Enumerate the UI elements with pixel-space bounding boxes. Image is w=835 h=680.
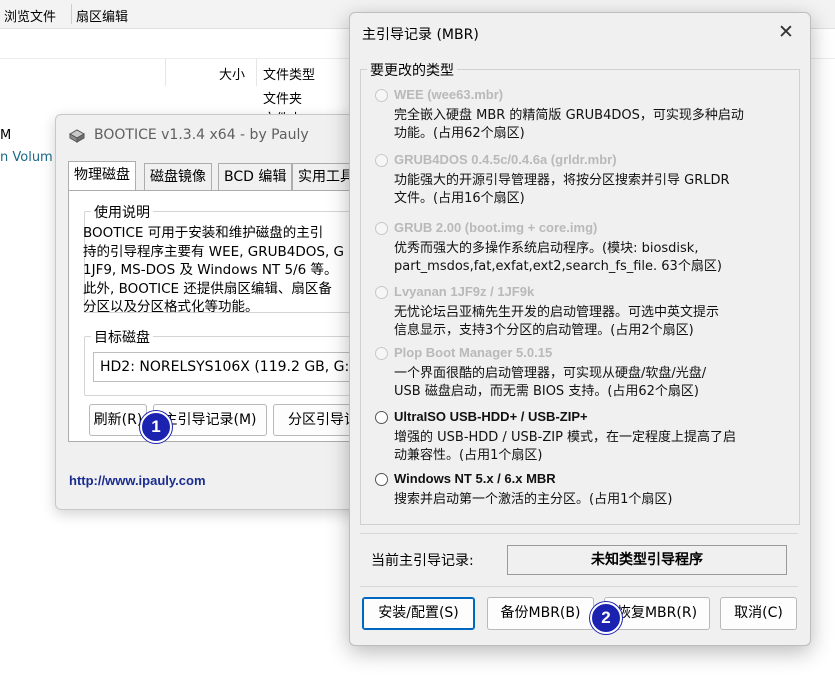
tab-bcd-edit[interactable]: BCD 编辑 [218,163,293,190]
mbr-type-group: 要更改的类型 WEE (wee63.mbr) 完全嵌入硬盘 MBR 的精简版 G… [360,60,800,525]
radio-icon[interactable] [375,473,388,486]
option-title: Lvyanan 1JF9z / 1JF9k [394,284,535,299]
close-icon[interactable]: ✕ [774,20,798,44]
tab-physical-disk[interactable]: 物理磁盘 [68,161,136,190]
option-title: GRUB4DOS 0.4.5c/0.4.6a (grldr.mbr) [394,152,617,167]
radio-icon[interactable] [375,89,388,102]
radio-icon[interactable] [375,347,388,360]
option-title: UltraISO USB-HDD+ / USB-ZIP+ [394,409,588,424]
bootice-app-icon [68,129,86,143]
option-desc: 完全嵌入硬盘 MBR 的精简版 GRUB4DOS，可实现多种启动 功能。(占用6… [394,108,744,141]
option-desc: 搜索并启动第一个激活的主分区。(占用1个扇区) [394,492,673,507]
option-title: Windows NT 5.x / 6.x MBR [394,471,556,486]
refresh-button[interactable]: 刷新(R) [89,404,147,436]
divider [360,533,798,534]
option-desc: 增强的 USB-HDD / USB-ZIP 模式，在一定程度上提高了启 动兼容性… [394,430,737,463]
install-config-button[interactable]: 安装/配置(S) [362,597,475,630]
radio-icon[interactable] [375,222,388,235]
column-divider [165,58,166,86]
radio-icon[interactable] [375,411,388,424]
left-pane-volume[interactable]: n Volum [0,150,53,165]
file-type-cell: 文件夹 [263,92,303,107]
step-1-badge: 1 [140,411,172,443]
target-disk-label: 目标磁盘 [91,327,153,347]
mbr-dialog-title: 主引导记录 (MBR) [362,27,479,43]
menu-browse-files[interactable]: 浏览文件 [4,6,56,25]
column-divider [256,58,257,86]
column-size-header[interactable]: 大小 [219,64,245,83]
radio-icon[interactable] [375,286,388,299]
tab-disk-image[interactable]: 磁盘镜像 [144,163,212,190]
radio-icon[interactable] [375,154,388,167]
column-type-header[interactable]: 文件类型 [263,64,315,83]
cancel-button[interactable]: 取消(C) [720,597,797,630]
step-2-badge: 2 [590,602,622,634]
backup-mbr-button[interactable]: 备份MBR(B) [487,597,594,630]
menu-sector-edit[interactable]: 扇区编辑 [76,6,128,25]
usage-text: BOOTICE 可用于安装和维护磁盘的主引 持的引导程序主要有 WEE, GRU… [83,225,344,315]
current-mbr-value: 未知类型引导程序 [507,545,787,575]
bootice-title: BOOTICE v1.3.4 x64 - by Pauly [94,127,309,143]
usage-label: 使用说明 [91,202,153,222]
divider [360,586,798,587]
option-desc: 无忧论坛吕亚楠先生开发的启动管理器。可选中英文提示 信息显示，支持3个分区的启动… [394,305,720,338]
left-pane-text: M [0,128,12,143]
option-desc: 功能强大的开源引导管理器，将按分区搜索并引导 GRLDR 文件。(占用16个扇区… [394,173,730,206]
current-mbr-label: 当前主引导记录: [371,553,474,569]
option-title: WEE (wee63.mbr) [394,87,504,102]
mbr-type-label: 要更改的类型 [367,60,457,80]
option-title: GRUB 2.00 (boot.img + core.img) [394,220,598,235]
menu-divider [71,4,72,24]
option-desc: 优秀而强大的多操作系统启动程序。(模块: biosdisk, part_msdo… [394,241,722,274]
mbr-dialog: 主引导记录 (MBR) ✕ 要更改的类型 WEE (wee63.mbr) 完全嵌… [349,12,811,646]
option-title: Plop Boot Manager 5.0.15 [394,345,553,360]
website-link[interactable]: http://www.ipauly.com [69,473,206,488]
option-desc: 一个界面很酷的启动管理器，可实现从硬盘/软盘/光盘/ USB 磁盘启动，而无需 … [394,366,707,399]
